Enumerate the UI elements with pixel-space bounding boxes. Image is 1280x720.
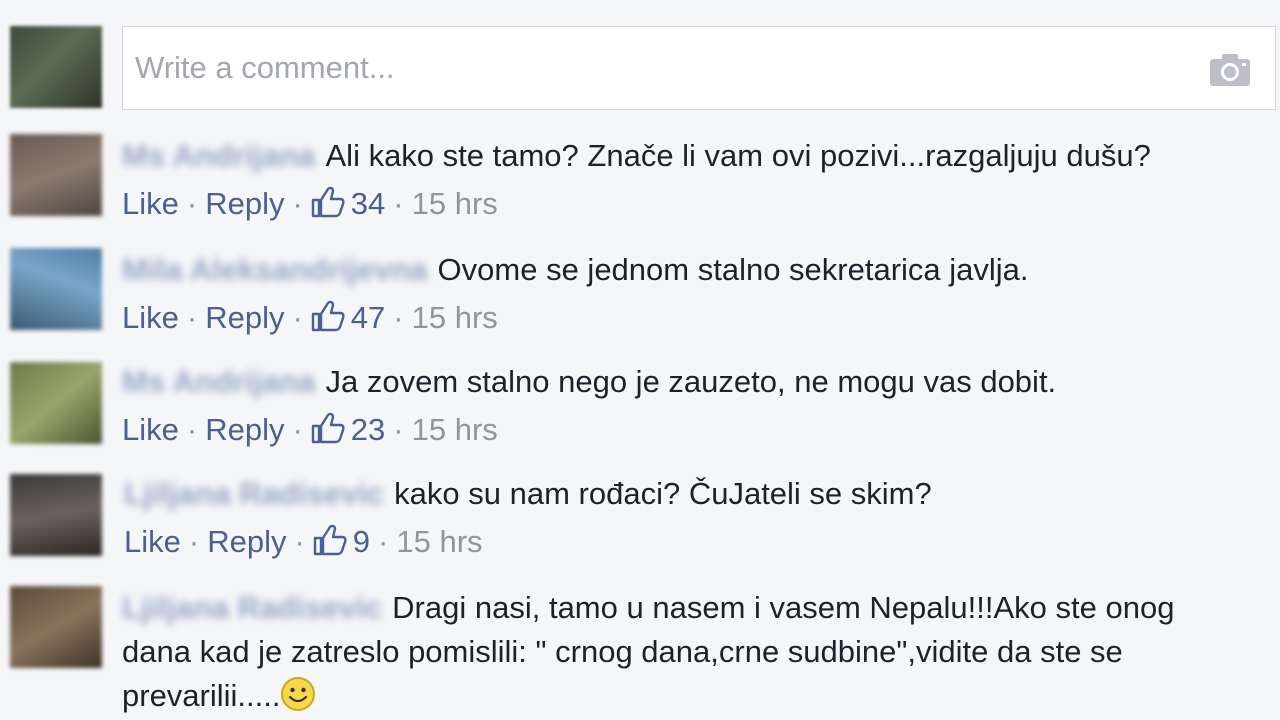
- comment-time[interactable]: 15 hrs: [412, 412, 498, 447]
- camera-icon[interactable]: [1209, 53, 1251, 87]
- reply-button[interactable]: Reply: [205, 186, 284, 221]
- avatar: [10, 586, 102, 668]
- separator-dot: ·: [393, 300, 404, 335]
- like-count-value: 23: [350, 412, 386, 447]
- like-button[interactable]: Like: [124, 524, 181, 559]
- comment-actions: Like · Reply · 47 · 15 hrs: [122, 298, 498, 338]
- like-button[interactable]: Like: [122, 300, 179, 335]
- thumbs-up-icon: [311, 300, 345, 332]
- current-user-avatar: [10, 26, 102, 108]
- comments-section: Ms Andrijana Ali kako ste tamo? Znače li …: [0, 0, 1280, 720]
- smiley-icon: [281, 677, 316, 711]
- like-count[interactable]: 9: [313, 524, 370, 559]
- comment-input[interactable]: [135, 45, 1195, 91]
- avatar: [10, 362, 102, 444]
- comment-author[interactable]: Ms Andrijana: [122, 136, 316, 176]
- avatar: [10, 474, 102, 556]
- comment-time[interactable]: 15 hrs: [412, 186, 498, 221]
- separator-dot: ·: [393, 412, 404, 447]
- separator-dot: ·: [188, 524, 200, 559]
- like-button[interactable]: Like: [122, 412, 179, 447]
- comment-author[interactable]: Ljiljana Radisevic: [122, 586, 382, 630]
- comment-actions: Like · Reply · 34 · 15 hrs: [122, 184, 498, 224]
- thumbs-up-icon: [313, 524, 347, 556]
- comment-time[interactable]: 15 hrs: [396, 524, 482, 559]
- separator-dot: ·: [378, 524, 389, 559]
- comment-author[interactable]: Ms Andrijana: [122, 362, 316, 402]
- comment-actions: Like · Reply · 9 · 15 hrs: [124, 522, 483, 562]
- thumbs-up-icon: [311, 412, 345, 444]
- separator-dot: ·: [186, 186, 198, 221]
- reply-button[interactable]: Reply: [205, 300, 284, 335]
- like-count[interactable]: 23: [311, 412, 385, 447]
- like-count-value: 9: [352, 524, 371, 559]
- separator-dot: ·: [294, 524, 305, 559]
- like-count-value: 47: [350, 300, 386, 335]
- reply-button[interactable]: Reply: [207, 524, 286, 559]
- comment-text: kako su nam rođaci? ČuJateli se skim?: [394, 476, 932, 511]
- like-count[interactable]: 34: [311, 186, 385, 221]
- comment-text: Ovome se jednom stalno sekretarica javlj…: [437, 252, 1029, 287]
- like-count[interactable]: 47: [311, 300, 385, 335]
- separator-dot: ·: [393, 186, 404, 221]
- separator-dot: ·: [292, 300, 303, 335]
- avatar: [10, 248, 102, 330]
- separator-dot: ·: [186, 412, 198, 447]
- separator-dot: ·: [292, 412, 303, 447]
- avatar: [10, 134, 102, 216]
- comment-author[interactable]: Ljiljana Radisevic: [124, 474, 384, 514]
- comment-text: Ali kako ste tamo? Znače li vam ovi pozi…: [325, 138, 1151, 173]
- comment-composer[interactable]: [122, 26, 1276, 110]
- comment-time[interactable]: 15 hrs: [412, 300, 498, 335]
- like-count-value: 34: [350, 186, 386, 221]
- comment-actions: Like · Reply · 23 · 15 hrs: [122, 410, 498, 450]
- comment-text: Ja zovem stalno nego je zauzeto, ne mogu…: [325, 364, 1057, 399]
- thumbs-up-icon: [311, 186, 345, 218]
- comment-author[interactable]: Mila Aleksandrijevna: [122, 250, 428, 290]
- reply-button[interactable]: Reply: [205, 412, 284, 447]
- separator-dot: ·: [292, 186, 303, 221]
- separator-dot: ·: [186, 300, 198, 335]
- like-button[interactable]: Like: [122, 186, 179, 221]
